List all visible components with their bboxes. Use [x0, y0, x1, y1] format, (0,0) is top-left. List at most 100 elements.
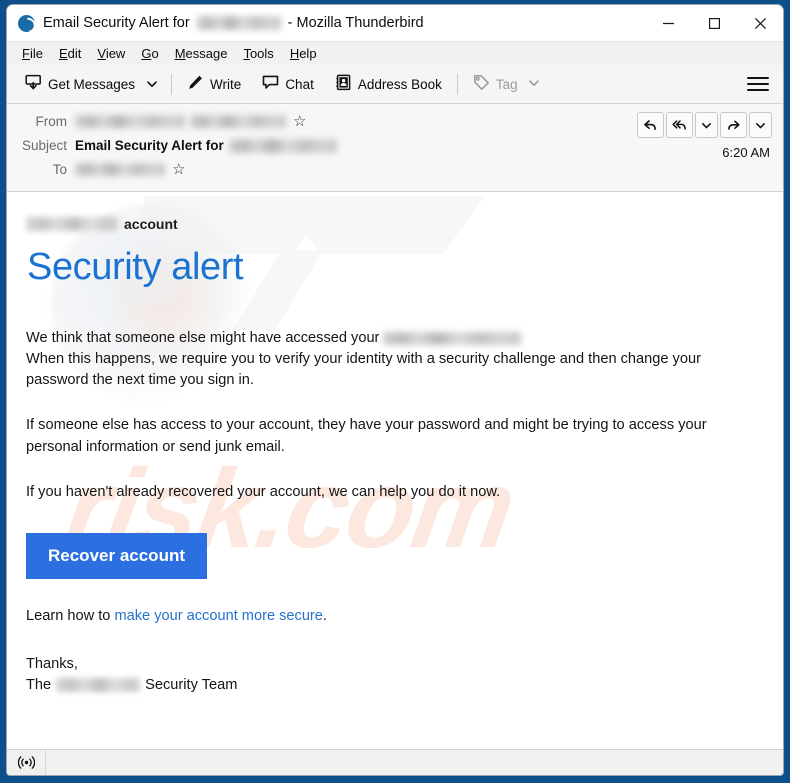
- message-header: From ☆ Subject Email Security Alert for …: [7, 104, 783, 192]
- header-row-subject: Subject Email Security Alert for: [17, 135, 773, 156]
- to-value-redacted: [75, 163, 165, 176]
- menu-go-label: o: [151, 46, 159, 61]
- to-star-icon[interactable]: ☆: [172, 162, 185, 177]
- account-brand-redacted: [26, 217, 118, 231]
- close-button[interactable]: [737, 5, 783, 41]
- menu-file[interactable]: File: [15, 44, 50, 63]
- address-book-button[interactable]: Address Book: [329, 70, 448, 98]
- toolbar-divider-2: [251, 74, 252, 95]
- menu-edit-label: dit: [67, 46, 82, 61]
- tag-icon: [473, 74, 490, 94]
- header-row-to: To ☆: [17, 159, 773, 180]
- reply-all-button[interactable]: [666, 112, 693, 138]
- message-time: 6:20 AM: [722, 145, 770, 160]
- account-suffix-label: account: [124, 216, 178, 232]
- menu-view-accesskey: V: [97, 46, 106, 61]
- menu-view-label: iew: [105, 46, 126, 61]
- write-button[interactable]: Write: [181, 70, 247, 98]
- email-content: account Security alert We think that som…: [26, 214, 765, 695]
- menu-tools[interactable]: Tools: [236, 44, 280, 63]
- subject-label: Subject: [21, 138, 67, 153]
- maximize-button[interactable]: [691, 5, 737, 41]
- account-line: account: [26, 214, 765, 234]
- menu-go[interactable]: Go: [134, 44, 165, 63]
- paragraph-1: We think that someone else might have ac…: [26, 328, 765, 391]
- get-messages-dropdown[interactable]: [141, 72, 162, 96]
- paragraph-1-line-2: When this happens, we require you to ver…: [26, 351, 701, 389]
- address-book-label: Address Book: [357, 76, 442, 92]
- signature-thanks: Thanks,: [26, 655, 78, 672]
- menu-help-label: elp: [299, 46, 317, 61]
- statusbar: [7, 749, 783, 775]
- forward-button[interactable]: [720, 112, 747, 138]
- chat-icon: [262, 74, 279, 94]
- reply-more-button[interactable]: [695, 112, 718, 138]
- window-title-prefix: Email Security Alert for: [43, 15, 190, 31]
- subject-value: Email Security Alert for: [75, 138, 337, 153]
- from-star-icon[interactable]: ☆: [293, 114, 306, 129]
- window-title-suffix: - Mozilla Thunderbird: [287, 15, 424, 31]
- to-label: To: [52, 162, 67, 177]
- menu-help-accesskey: H: [289, 46, 300, 61]
- toolbar-divider-3: [324, 74, 325, 95]
- reply-all-icon: [672, 119, 686, 130]
- write-label: Write: [210, 76, 242, 92]
- from-label: From: [35, 114, 68, 129]
- thunderbird-window: Email Security Alert for - Mozilla Thund…: [6, 4, 784, 776]
- menu-help[interactable]: Help: [283, 44, 324, 63]
- minimize-button[interactable]: [645, 5, 691, 41]
- broadcast-icon: [17, 756, 35, 769]
- paragraph-1-line-1: We think that someone else might have ac…: [26, 329, 380, 346]
- window-controls: [645, 5, 783, 41]
- thunderbird-icon: [18, 14, 35, 32]
- tag-button[interactable]: Tag: [467, 70, 546, 98]
- app-menu-icon[interactable]: [747, 75, 769, 93]
- toolbar-divider-4: [456, 73, 458, 95]
- tag-label: Tag: [495, 76, 518, 92]
- signature-suffix: Security Team: [145, 676, 238, 693]
- pencil-icon: [187, 74, 204, 94]
- menu-edit[interactable]: Edit: [52, 44, 88, 63]
- window-title: Email Security Alert for - Mozilla Thund…: [43, 15, 424, 31]
- signature-brand-redacted: [56, 677, 141, 692]
- screenshot-root: Email Security Alert for - Mozilla Thund…: [0, 0, 790, 783]
- page-title: Security alert: [27, 246, 244, 288]
- to-value: ☆: [75, 162, 185, 177]
- more-actions-button[interactable]: [749, 112, 772, 138]
- learn-prefix-label: Learn how to: [26, 607, 111, 624]
- menu-go-accesskey: G: [141, 46, 152, 61]
- menu-edit-accesskey: E: [58, 46, 68, 61]
- chat-label: Chat: [285, 76, 314, 92]
- connection-status-cell[interactable]: [7, 750, 46, 775]
- subject-text: Email Security Alert for: [75, 138, 224, 153]
- paragraph-3: If you haven't already recovered your ac…: [26, 483, 501, 500]
- menubar: File Edit View Go Message Tools Help: [7, 41, 783, 65]
- from-address-redacted: [190, 115, 286, 128]
- window-titlebar: Email Security Alert for - Mozilla Thund…: [7, 5, 783, 41]
- paragraph-1-redacted: [383, 331, 522, 345]
- signature: Thanks, The Security Team: [26, 654, 765, 695]
- paragraph-2: If someone else has access to your accou…: [26, 417, 707, 455]
- forward-icon: [728, 120, 740, 130]
- subject-redacted: [228, 138, 337, 153]
- signature-prefix: The: [26, 676, 52, 693]
- get-messages-icon: [25, 74, 42, 94]
- menu-file-accesskey: F: [22, 46, 30, 61]
- recover-account-button[interactable]: Recover account: [26, 532, 207, 579]
- menu-tools-label: ools: [249, 46, 274, 61]
- menu-view[interactable]: View: [90, 44, 132, 63]
- chat-button[interactable]: Chat: [256, 70, 320, 98]
- menu-message[interactable]: Message: [168, 44, 235, 63]
- reply-button[interactable]: [637, 112, 664, 138]
- learn-suffix-label: .: [322, 607, 327, 624]
- menu-file-label: ile: [29, 46, 43, 61]
- menu-message-accesskey: M: [174, 46, 186, 61]
- account-security-link[interactable]: make your account more secure: [114, 608, 322, 624]
- from-value: ☆: [75, 114, 306, 129]
- toolbar-divider-1: [171, 73, 173, 95]
- window-title-redacted: [196, 16, 281, 30]
- get-messages-button[interactable]: Get Messages: [19, 70, 141, 98]
- get-messages-label: Get Messages: [48, 76, 136, 92]
- chevron-down-icon: [702, 122, 711, 128]
- tag-dropdown-icon[interactable]: [528, 77, 540, 92]
